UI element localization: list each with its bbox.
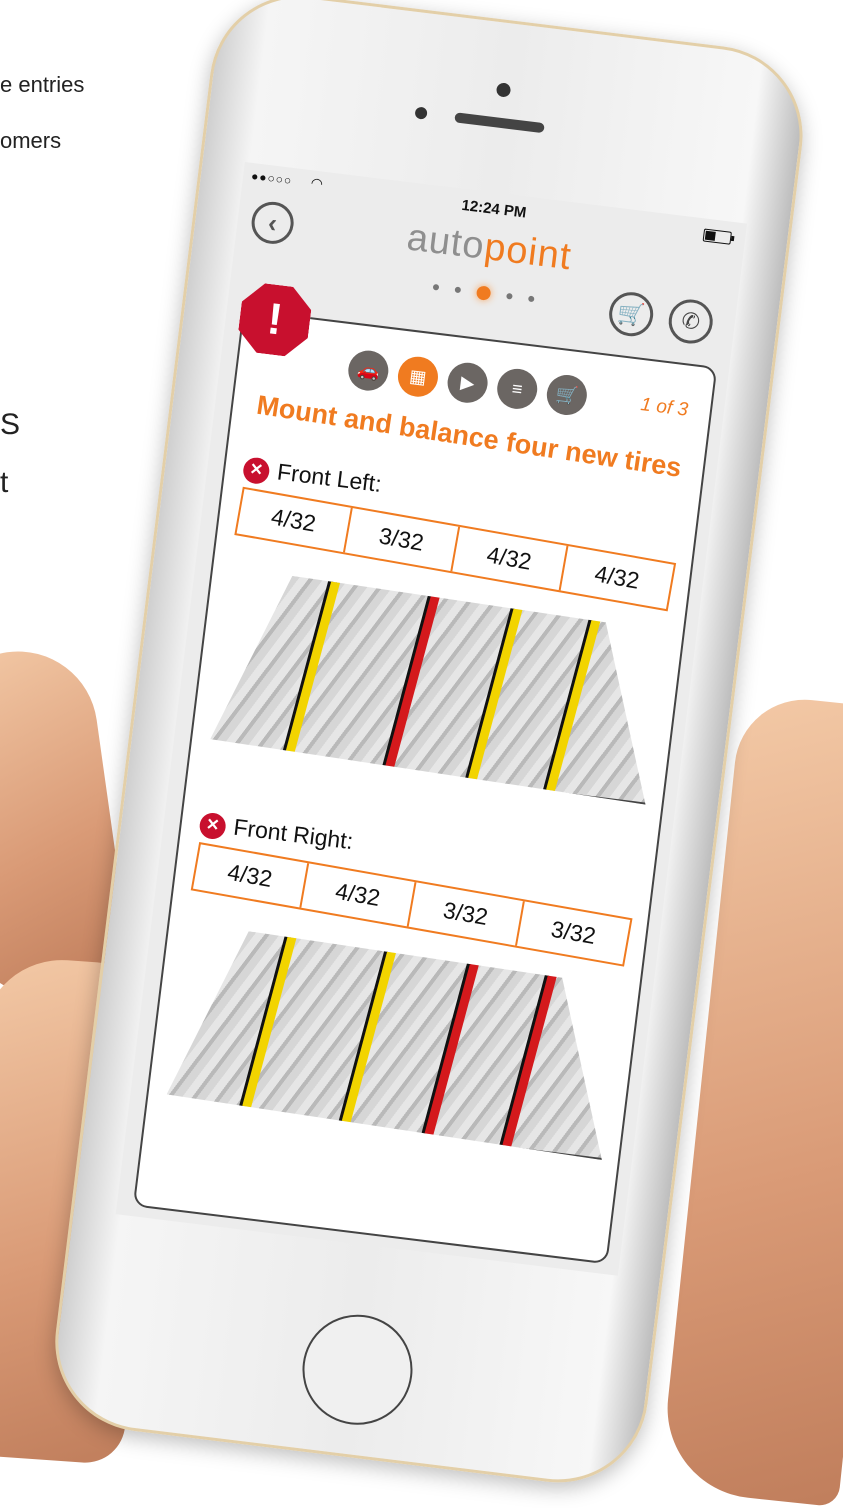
page-dot	[475, 285, 492, 301]
earpiece-speaker	[454, 112, 545, 134]
phone-body: ●●○○○ ◠ 12:24 PM ‹ autopoint 🛒 ✆ ! 🚗 ▦ ▶ ≡ 🛒…	[45, 0, 813, 1493]
call-button[interactable]: ✆	[666, 297, 716, 347]
fail-x-icon: ✕	[198, 811, 228, 841]
tread-groove-red	[423, 959, 480, 1140]
tread-groove-yellow	[467, 603, 524, 784]
tread-groove-yellow	[545, 613, 602, 794]
page-dot	[454, 286, 462, 294]
cart-icon[interactable]: 🛒	[544, 372, 590, 418]
background-text-line: e entries	[0, 72, 85, 97]
home-button[interactable]	[296, 1308, 419, 1432]
phone-screen: ●●○○○ ◠ 12:24 PM ‹ autopoint 🛒 ✆ ! 🚗 ▦ ▶ ≡ 🛒…	[115, 161, 748, 1276]
logo-auto-text: auto	[404, 216, 488, 268]
background-text-fragment: t	[0, 466, 9, 499]
page-count: 1 of 3	[639, 394, 690, 421]
logo-point-text: point	[482, 226, 574, 279]
tread-depth-cell: 3/32	[549, 915, 598, 950]
tread-depth-cell: 3/32	[344, 508, 461, 572]
tread-depth-cell: 4/32	[452, 527, 568, 591]
tread-depth-cell: 3/32	[408, 882, 525, 946]
car-icon[interactable]: 🚗	[346, 348, 391, 393]
tread-depth-cell: 4/32	[300, 863, 417, 927]
tread-groove-red	[502, 968, 559, 1149]
fail-x-icon: ✕	[241, 456, 271, 486]
front-camera	[495, 82, 512, 98]
proximity-sensor	[414, 106, 428, 120]
play-icon[interactable]: ▶	[445, 360, 490, 406]
tire-section-front-left: ✕ Front Left: 4/32 3/32 4/32 4/32	[207, 454, 682, 820]
tread-groove-yellow	[240, 936, 297, 1117]
phone-icon: ✆	[680, 307, 702, 335]
tire-label-text: Front Right:	[232, 813, 355, 855]
inspection-card: 🚗 ▦ ▶ ≡ 🛒 1 of 3 Mount and balance four new …	[132, 308, 718, 1265]
page-dot	[432, 283, 440, 291]
background-text-fragment: S	[0, 408, 21, 441]
tread-gauge-icon[interactable]: ▦	[395, 354, 441, 399]
cart-button[interactable]: 🛒	[606, 289, 656, 339]
tread-groove-red	[384, 593, 441, 774]
tread-depth-cell: 4/32	[592, 560, 642, 594]
cart-icon: 🛒	[616, 299, 647, 328]
phone: ●●○○○ ◠ 12:24 PM ‹ autopoint 🛒 ✆ ! 🚗 ▦ ▶ ≡ 🛒…	[0, 0, 843, 1508]
tire-tread-scan-image	[207, 568, 668, 820]
page-dot	[527, 295, 535, 303]
document-icon[interactable]: ≡	[494, 366, 540, 412]
tire-tread-scan-image	[163, 924, 624, 1176]
background-text-line: omers	[0, 128, 62, 153]
tire-section-front-right: ✕ Front Right: 4/32 4/32 3/32 3/32	[163, 810, 638, 1176]
page-dot	[506, 292, 513, 300]
tread-groove-yellow	[283, 581, 340, 762]
tire-label-text: Front Left:	[275, 458, 384, 497]
tread-groove-yellow	[340, 948, 397, 1129]
